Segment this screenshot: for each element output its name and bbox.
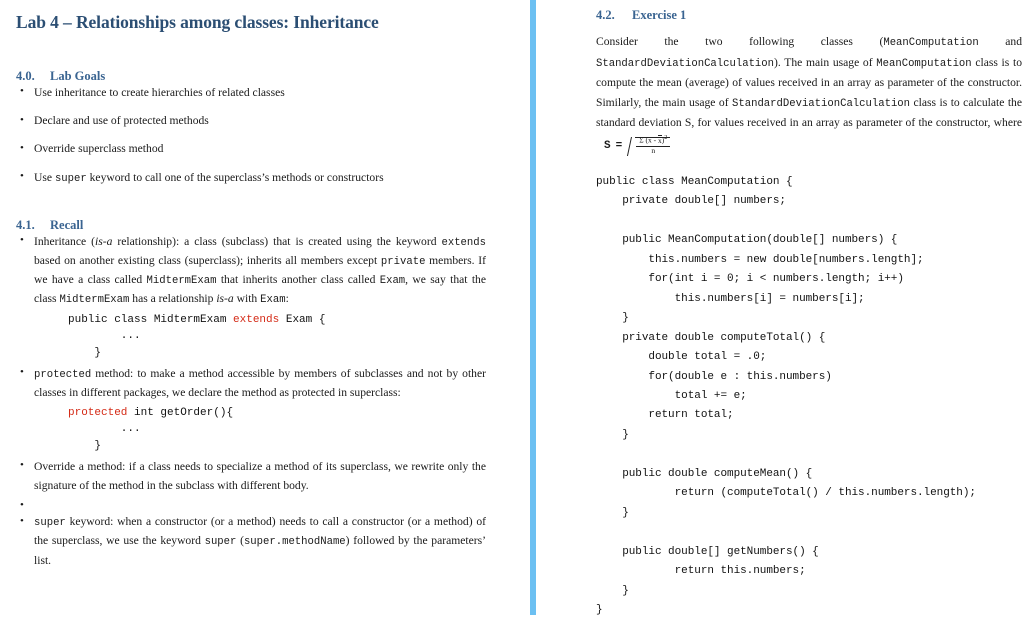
- list-item: Use inheritance to create hierarchies of…: [16, 83, 486, 103]
- formula-fraction: Σ (x - x)2 n: [636, 134, 671, 156]
- text-segment: method: to make a method accessible by m…: [34, 366, 486, 399]
- inline-code: Exam: [379, 275, 406, 288]
- exercise-paragraph: Consider the two following classes (Mean…: [596, 32, 1022, 155]
- code-text: int getOrder(){: [127, 406, 234, 419]
- column-divider: [530, 0, 536, 615]
- section-heading-exercise: 4.2. Exercise 1: [596, 8, 1022, 23]
- radical-sign-icon: Σ (x - x)2 n: [627, 134, 671, 157]
- lab-goals-list: Use inheritance to create hierarchies of…: [16, 83, 486, 188]
- text-segment: ). The main usage of: [774, 55, 877, 69]
- text-segment: based on another existing class (supercl…: [34, 254, 381, 268]
- text-segment: Use: [34, 170, 55, 184]
- code-snippet-midterm-exam: public class MidtermExam extends Exam { …: [34, 312, 486, 362]
- text-segment: (: [236, 534, 244, 548]
- text-segment: Inheritance (: [34, 234, 95, 248]
- code-text: ...: [68, 423, 141, 436]
- list-item-protected: protected method: to make a method acces…: [16, 364, 486, 455]
- left-column: Lab 4 – Relationships among classes: Inh…: [0, 0, 500, 572]
- page-title: Lab 4 – Relationships among classes: Inh…: [16, 12, 379, 32]
- section-title: Exercise 1: [632, 8, 687, 22]
- section-number: 4.0.: [16, 68, 35, 83]
- inline-code: StandardDeviationCalculation: [732, 97, 911, 110]
- document-page: Lab 4 – Relationships among classes: Inh…: [0, 0, 1024, 616]
- inline-code: Exam: [260, 294, 286, 307]
- inline-code: super: [204, 536, 237, 549]
- inline-code: super.methodName: [243, 536, 346, 549]
- inline-code: super: [54, 172, 87, 185]
- protected-paragraph: protected method: to make a method acces…: [34, 365, 486, 403]
- section-number: 4.2.: [596, 8, 615, 22]
- code-text: ...: [68, 330, 141, 343]
- text-segment: that inherits another class called: [216, 273, 380, 287]
- section-title: Lab Goals: [50, 68, 106, 83]
- inline-code: StandardDeviationCalculation: [596, 57, 775, 70]
- inline-code: super: [34, 517, 66, 530]
- text-segment: and: [978, 35, 1022, 48]
- formula-equals: =: [615, 139, 623, 152]
- code-text: }: [68, 440, 102, 453]
- inline-code: MeanComputation: [883, 37, 979, 49]
- text-segment: with: [233, 292, 261, 306]
- inheritance-paragraph: Inheritance (is-a relationship): a class…: [34, 233, 486, 310]
- recall-list: Inheritance (is-a relationship): a class…: [16, 232, 486, 571]
- inline-code: MidtermExam: [146, 275, 217, 288]
- x-bar: x: [657, 135, 662, 145]
- list-item: Declare and use of protected methods: [16, 112, 486, 131]
- inline-code: extends: [441, 236, 486, 249]
- text-segment: has a relationship: [129, 292, 217, 306]
- code-text: public class MidtermExam: [68, 313, 234, 326]
- super-paragraph: super keyword: when a constructor (or a …: [34, 513, 486, 570]
- emphasis-is-a: is-a: [94, 234, 113, 248]
- mean-computation-code-block: public class MeanComputation { private d…: [596, 175, 976, 617]
- formula-denominator: n: [651, 146, 656, 156]
- text-segment: :: [285, 292, 289, 306]
- code-keyword: protected: [68, 406, 128, 419]
- override-paragraph: Override a method: if a class needs to s…: [34, 459, 486, 492]
- list-item-inheritance: Inheritance (is-a relationship): a class…: [16, 232, 486, 362]
- list-item: Override superclass method: [16, 140, 486, 159]
- inline-code: protected: [34, 368, 92, 381]
- section-heading-lab-goals: 4.0. Lab Goals: [16, 69, 486, 84]
- formula-lhs: S: [604, 139, 611, 152]
- code-text: Exam {: [279, 313, 326, 326]
- formula-numerator: Σ (x - x)2: [636, 134, 671, 147]
- standard-deviation-formula: S = Σ (x - x)2 n: [604, 134, 671, 157]
- section-heading-recall: 4.1. Recall: [16, 218, 486, 233]
- text-segment: Consider the two following classes (: [596, 35, 884, 48]
- inline-code: private: [380, 256, 426, 269]
- sigma-symbol: Σ: [639, 135, 644, 145]
- code-snippet-get-order: protected int getOrder(){ ... }: [34, 405, 486, 455]
- text-segment: keyword to call one of the superclass’s …: [86, 170, 384, 184]
- formula-exponent: 2: [664, 134, 668, 142]
- list-item: Use super keyword to call one of the sup…: [16, 168, 486, 188]
- emphasis-is-a: is-a: [216, 292, 234, 306]
- list-item-super: super keyword: when a constructor (or a …: [16, 513, 486, 570]
- spacer: [16, 497, 486, 515]
- text-segment: relationship): a class (subclass) that i…: [112, 234, 442, 248]
- list-item-override: Override a method: if a class needs to s…: [16, 457, 486, 496]
- code-text: }: [68, 346, 102, 359]
- code-keyword: extends: [233, 313, 280, 326]
- section-title: Recall: [50, 217, 84, 232]
- inline-code: MeanComputation: [876, 57, 972, 70]
- section-number: 4.1.: [16, 217, 35, 232]
- inline-code: MidtermExam: [59, 294, 130, 307]
- right-column: 4.2. Exercise 1 Consider the two followi…: [560, 0, 1024, 621]
